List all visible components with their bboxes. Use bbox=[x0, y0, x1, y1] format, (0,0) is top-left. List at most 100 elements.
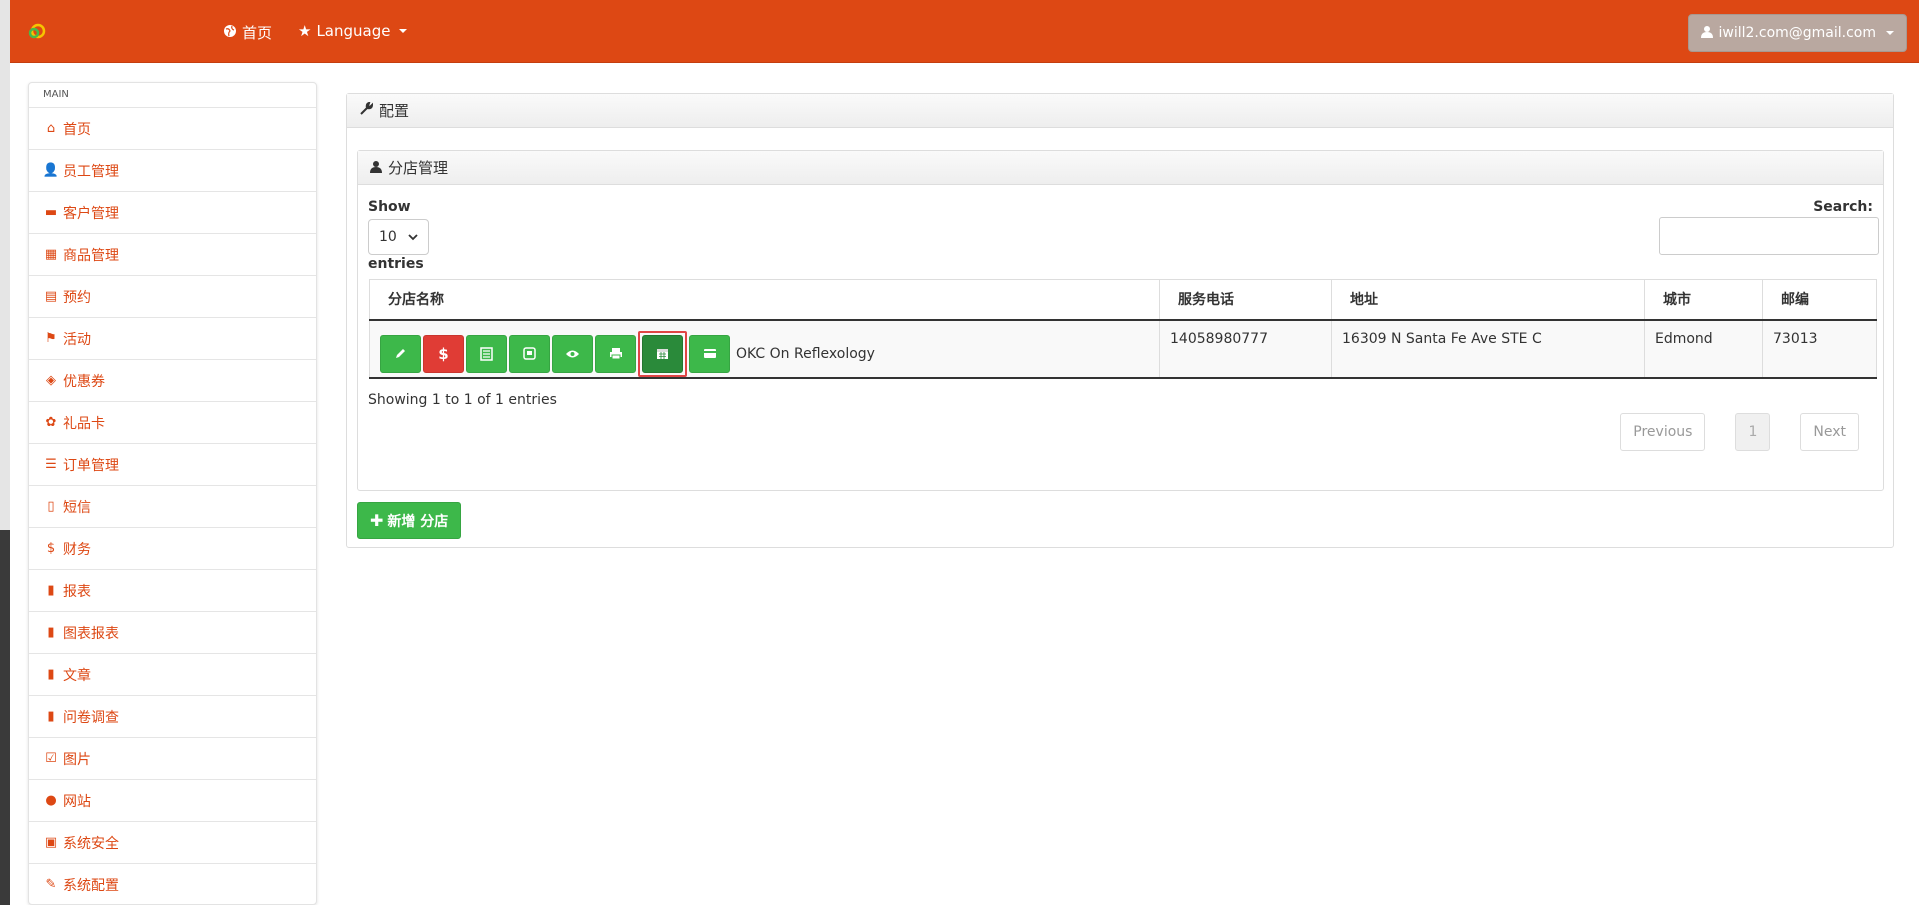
sidebar-item[interactable]: ⌂ 首页 bbox=[29, 108, 316, 150]
calendar-button[interactable] bbox=[642, 334, 683, 373]
app-logo[interactable] bbox=[26, 20, 48, 42]
caret-down-icon bbox=[399, 29, 408, 33]
sidebar-item[interactable]: ◈ 优惠券 bbox=[29, 360, 316, 402]
sidebar-item-label: 财务 bbox=[63, 541, 91, 558]
branch-city: Edmond bbox=[1644, 319, 1763, 379]
wrench-icon bbox=[359, 100, 374, 120]
eye-icon bbox=[566, 350, 579, 357]
sidebar-item[interactable]: ▤ 预约 bbox=[29, 276, 316, 318]
sidebar-item[interactable]: ▯ 短信 bbox=[29, 486, 316, 528]
sidebar-item[interactable]: ✿ 礼品卡 bbox=[29, 402, 316, 444]
view-button[interactable] bbox=[552, 334, 593, 373]
add-branch-button[interactable]: ✚ 新增 分店 bbox=[357, 502, 462, 539]
sidebar-item[interactable]: ✎ 系统配置 bbox=[29, 864, 316, 904]
branch-panel-title: 分店管理 bbox=[388, 159, 449, 177]
print-icon bbox=[609, 348, 622, 360]
finance-button[interactable]: $ bbox=[423, 334, 464, 373]
sidebar-item-label: 短信 bbox=[63, 499, 91, 516]
sidebar-item[interactable]: 👤 员工管理 bbox=[29, 150, 316, 192]
nav-home-link[interactable]: 首页 bbox=[223, 22, 272, 43]
search-label: Search: bbox=[1813, 199, 1873, 215]
language-dropdown[interactable]: ★ Language bbox=[298, 22, 408, 40]
table-header-row: 分店名称 服务电话 地址 城市 邮编 bbox=[369, 279, 1877, 321]
table-info: Showing 1 to 1 of 1 entries bbox=[368, 392, 557, 408]
sidebar-item-label: 员工管理 bbox=[63, 163, 119, 180]
user-menu-button[interactable]: iwill2.com@gmail.com bbox=[1687, 14, 1907, 52]
sidebar-item-label: 首页 bbox=[63, 121, 91, 138]
page-size-value: 10 bbox=[379, 229, 397, 245]
sidebar-header: MAIN bbox=[29, 83, 316, 108]
table-row: $ OKC On Reflexology 14058980777 16309 N… bbox=[369, 319, 1877, 379]
entries-label: entries bbox=[368, 256, 424, 272]
square-icon bbox=[523, 347, 536, 360]
row-actions: $ OKC On Reflexology bbox=[380, 330, 1149, 377]
file-icon: ▮ bbox=[47, 667, 55, 682]
branch-panel-header: 分店管理 bbox=[358, 151, 1883, 185]
sidebar-item-label: 优惠券 bbox=[63, 373, 105, 390]
branch-table: 分店名称 服务电话 地址 城市 邮编 $ OKC On Reflexology … bbox=[369, 279, 1877, 379]
list-button[interactable] bbox=[466, 334, 507, 373]
branch-zip: 73013 bbox=[1762, 319, 1877, 379]
dollar-icon: $ bbox=[46, 541, 56, 556]
sidebar-item[interactable]: ☰ 订单管理 bbox=[29, 444, 316, 486]
sidebar-item-label: 文章 bbox=[63, 667, 91, 684]
list-icon: ☰ bbox=[45, 457, 57, 472]
sidebar-item[interactable]: ☑ 图片 bbox=[29, 738, 316, 780]
gift-icon: ✿ bbox=[45, 415, 57, 430]
col-phone[interactable]: 服务电话 bbox=[1159, 279, 1332, 321]
sidebar-item[interactable]: ▮ 问卷调查 bbox=[29, 696, 316, 738]
col-address[interactable]: 地址 bbox=[1331, 279, 1645, 321]
wrench-icon: ✎ bbox=[45, 877, 57, 892]
sidebar-item[interactable]: ⚑ 活动 bbox=[29, 318, 316, 360]
dollar-icon: $ bbox=[438, 344, 449, 363]
card-button[interactable] bbox=[689, 334, 730, 373]
previous-button[interactable]: Previous bbox=[1620, 413, 1706, 451]
col-zip[interactable]: 邮编 bbox=[1762, 279, 1877, 321]
sidebar-item[interactable]: ▮ 文章 bbox=[29, 654, 316, 696]
sidebar-item[interactable]: ● 网站 bbox=[29, 780, 316, 822]
col-branch-name[interactable]: 分店名称 bbox=[369, 279, 1160, 321]
chevron-down-icon bbox=[408, 229, 418, 245]
user-icon bbox=[370, 159, 382, 177]
print-button[interactable] bbox=[595, 334, 636, 373]
sidebar-item-label: 商品管理 bbox=[63, 247, 119, 264]
branch-address: 16309 N Santa Fe Ave STE C bbox=[1331, 319, 1645, 379]
pencil-icon bbox=[396, 349, 405, 358]
sidebar-item[interactable]: ▣ 系统安全 bbox=[29, 822, 316, 864]
pagination: Previous 1 Next bbox=[1620, 413, 1859, 451]
user-icon: 👤 bbox=[42, 163, 60, 178]
sidebar-item-label: 活动 bbox=[63, 331, 91, 348]
config-panel-header: 配置 bbox=[347, 94, 1893, 128]
nav-home-label: 首页 bbox=[242, 24, 273, 42]
grid-icon: ▦ bbox=[44, 247, 58, 262]
globe-icon: ● bbox=[45, 793, 57, 808]
list-icon bbox=[480, 346, 493, 361]
user-icon bbox=[1700, 25, 1713, 42]
sidebar-item[interactable]: ▮ 图表报表 bbox=[29, 612, 316, 654]
add-branch-label: 新增 分店 bbox=[387, 513, 449, 530]
sidebar-item-label: 图片 bbox=[63, 751, 91, 768]
check-square-icon: ☑ bbox=[45, 751, 57, 766]
page-size-select[interactable]: 10 bbox=[368, 219, 429, 255]
credit-card-icon bbox=[703, 349, 716, 358]
branch-name-cell: $ OKC On Reflexology bbox=[369, 319, 1160, 379]
calendar-icon bbox=[657, 349, 668, 359]
sidebar-item-label: 订单管理 bbox=[63, 457, 119, 474]
sidebar-item-label: 系统配置 bbox=[63, 877, 119, 894]
next-button[interactable]: Next bbox=[1800, 413, 1859, 451]
edit-button[interactable] bbox=[380, 334, 421, 373]
sidebar-item[interactable]: ▦ 商品管理 bbox=[29, 234, 316, 276]
sidebar-item[interactable]: ▬ 客户管理 bbox=[29, 192, 316, 234]
sidebar-item[interactable]: $ 财务 bbox=[29, 528, 316, 570]
search-input[interactable] bbox=[1659, 217, 1879, 255]
user-email: iwill2.com@gmail.com bbox=[1718, 25, 1877, 41]
tags-icon: ◈ bbox=[46, 373, 56, 388]
col-city[interactable]: 城市 bbox=[1644, 279, 1763, 321]
sidebar-item-label: 系统安全 bbox=[63, 835, 119, 852]
settings-button[interactable] bbox=[509, 334, 550, 373]
file-icon: ▮ bbox=[47, 709, 55, 724]
sidebar-item[interactable]: ▮ 报表 bbox=[29, 570, 316, 612]
calendar-icon: ▤ bbox=[44, 289, 58, 304]
page-1-button[interactable]: 1 bbox=[1735, 413, 1771, 451]
sidebar-item-label: 预约 bbox=[63, 289, 91, 306]
